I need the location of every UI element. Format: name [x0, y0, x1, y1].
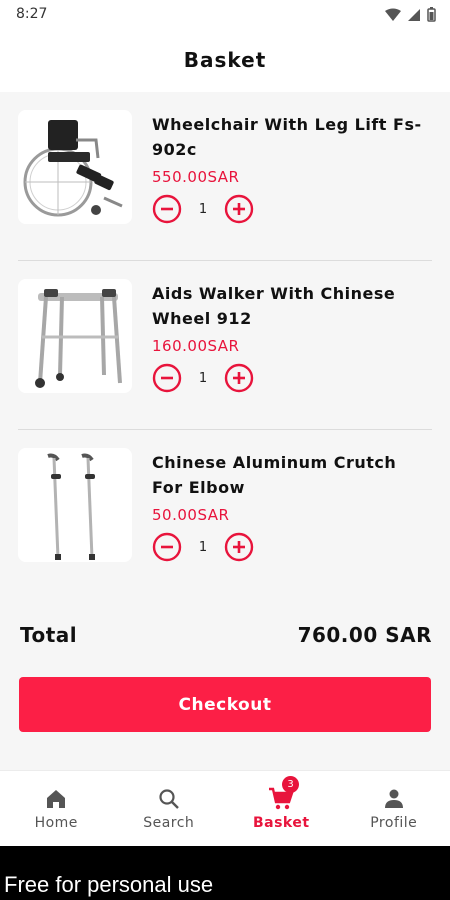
product-image-crutch[interactable]: [18, 448, 132, 562]
item-name[interactable]: Chinese Aluminum Crutch For Elbow: [152, 450, 432, 500]
walker-image: [18, 279, 132, 393]
watermark-text: Free for personal use: [4, 872, 214, 897]
basket-item: Aids Walker With Chinese Wheel 912 160.0…: [18, 261, 432, 430]
item-info: Chinese Aluminum Crutch For Elbow 50.00S…: [152, 450, 432, 562]
nav-home[interactable]: Home: [0, 771, 113, 847]
item-info: Aids Walker With Chinese Wheel 912 160.0…: [152, 281, 432, 393]
nav-basket-label: Basket: [252, 815, 310, 831]
basket-item: Chinese Aluminum Crutch For Elbow 50.00S…: [18, 430, 432, 598]
basket-count-badge: 3: [282, 776, 299, 793]
checkout-button[interactable]: Checkout: [19, 677, 431, 732]
quantity-value: 1: [198, 370, 208, 386]
app-bar: Basket: [0, 30, 450, 92]
person-icon: [384, 789, 403, 808]
nav-search[interactable]: Search: [113, 771, 226, 847]
nav-profile-label: Profile: [370, 815, 418, 831]
decrease-quantity-button[interactable]: [152, 363, 182, 393]
quantity-value: 1: [198, 201, 208, 217]
minus-icon: [152, 363, 182, 393]
increase-quantity-button[interactable]: [224, 363, 254, 393]
basket-list: Wheelchair With Leg Lift Fs-902c 550.00S…: [0, 92, 450, 598]
nav-basket[interactable]: 3 Basket: [225, 771, 338, 847]
nav-profile[interactable]: Profile: [338, 771, 450, 847]
page-title: Basket: [183, 48, 267, 72]
total-row: Total 760.00 SAR: [20, 618, 432, 652]
signal-icon: [408, 8, 420, 21]
bottom-navigation: Home Search 3 Basket Profile: [0, 770, 450, 847]
item-price: 160.00SAR: [152, 337, 240, 355]
item-price: 50.00SAR: [152, 506, 230, 524]
item-price: 550.00SAR: [152, 168, 240, 186]
quantity-value: 1: [198, 539, 208, 555]
plus-icon: [224, 194, 254, 224]
footer-bar: Free for personal use: [0, 846, 450, 900]
item-info: Wheelchair With Leg Lift Fs-902c 550.00S…: [152, 112, 432, 224]
basket-item: Wheelchair With Leg Lift Fs-902c 550.00S…: [18, 92, 432, 261]
quantity-stepper: 1: [152, 363, 432, 393]
nav-home-label: Home: [34, 815, 78, 831]
wifi-icon: [385, 8, 401, 21]
battery-icon: [427, 7, 436, 22]
increase-quantity-button[interactable]: [224, 532, 254, 562]
quantity-stepper: 1: [152, 194, 432, 224]
item-name[interactable]: Aids Walker With Chinese Wheel 912: [152, 281, 432, 331]
status-time: 8:27: [16, 6, 48, 22]
total-value: 760.00 SAR: [297, 623, 432, 647]
item-name[interactable]: Wheelchair With Leg Lift Fs-902c: [152, 112, 432, 162]
total-label: Total: [20, 623, 78, 647]
product-image-walker[interactable]: [18, 279, 132, 393]
decrease-quantity-button[interactable]: [152, 194, 182, 224]
wheelchair-image: [18, 110, 132, 224]
minus-icon: [152, 194, 182, 224]
home-icon: [47, 790, 66, 808]
decrease-quantity-button[interactable]: [152, 532, 182, 562]
product-image-wheelchair[interactable]: [18, 110, 132, 224]
status-bar: 8:27: [0, 0, 450, 30]
plus-icon: [224, 363, 254, 393]
nav-search-label: Search: [143, 815, 195, 831]
plus-icon: [224, 532, 254, 562]
crutch-image: [18, 448, 132, 562]
status-icons: [385, 7, 436, 22]
minus-icon: [152, 532, 182, 562]
increase-quantity-button[interactable]: [224, 194, 254, 224]
search-icon: [159, 789, 179, 809]
quantity-stepper: 1: [152, 532, 432, 562]
